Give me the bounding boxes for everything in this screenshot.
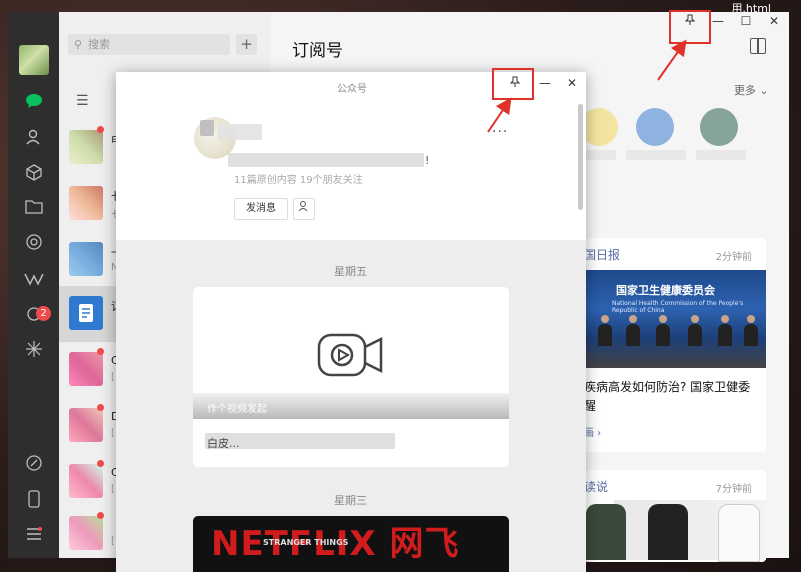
annotation-arrows [487,39,687,133]
